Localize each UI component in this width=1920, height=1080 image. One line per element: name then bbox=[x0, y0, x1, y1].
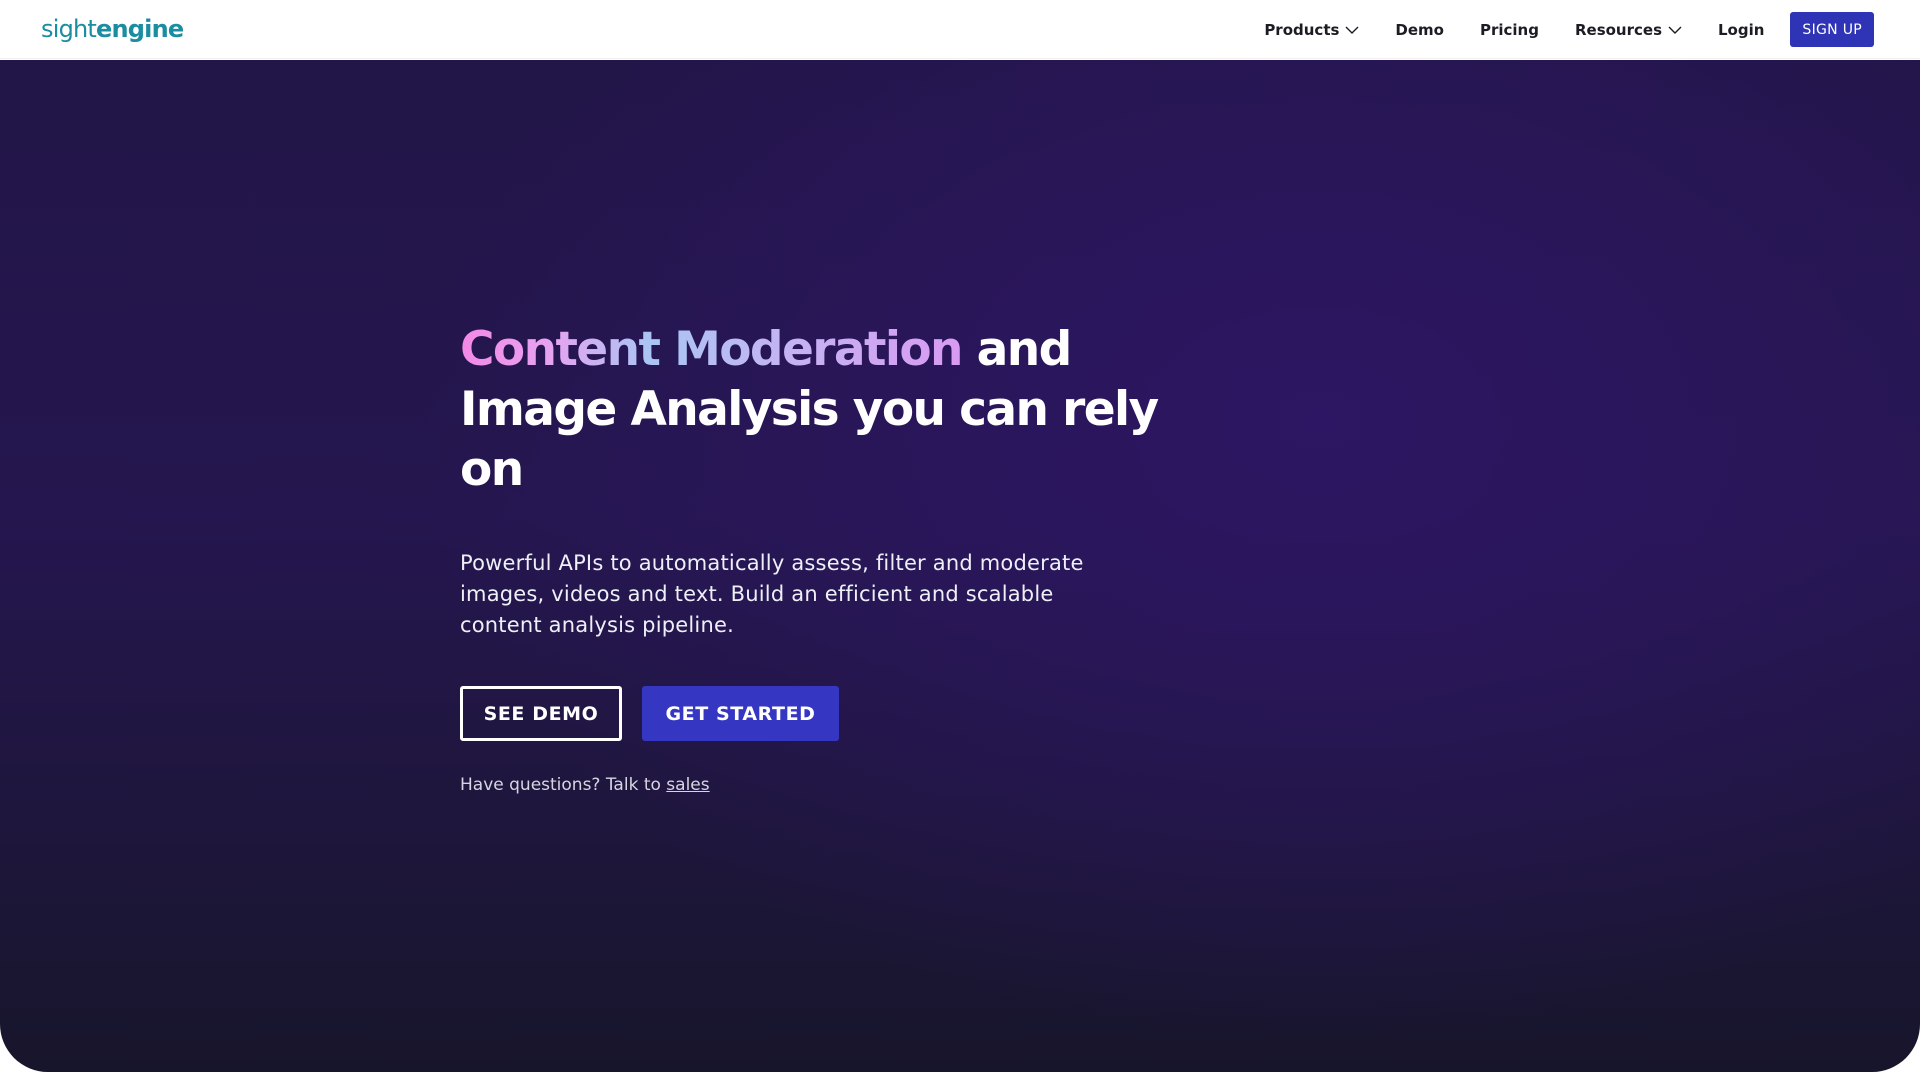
sales-link[interactable]: sales bbox=[666, 775, 709, 795]
hero-description: Powerful APIs to automatically assess, f… bbox=[460, 551, 1084, 637]
hero-headline: Content Moderation and Image Analysis yo… bbox=[460, 320, 1160, 500]
nav-login[interactable]: Login bbox=[1718, 21, 1764, 39]
get-started-button[interactable]: GET STARTED bbox=[642, 686, 839, 741]
sign-up-button[interactable]: SIGN UP bbox=[1790, 12, 1874, 47]
nav-pricing-label: Pricing bbox=[1479, 20, 1539, 39]
contact-sales-text: Have questions? Talk to sales bbox=[460, 775, 1160, 795]
hero-buttons: SEE DEMO GET STARTED bbox=[460, 686, 1160, 741]
hero-content: Content Moderation and Image Analysis yo… bbox=[460, 320, 1160, 795]
nav-demo-label: Demo bbox=[1395, 20, 1444, 39]
nav-resources-label: Resources bbox=[1574, 20, 1662, 39]
nav-login-label: Login bbox=[1718, 20, 1765, 39]
nav-demo[interactable]: Demo bbox=[1395, 21, 1444, 39]
nav-products[interactable]: Products bbox=[1264, 21, 1359, 39]
chevron-down-icon bbox=[1668, 26, 1682, 34]
hero-section: Content Moderation and Image Analysis yo… bbox=[0, 60, 1920, 1072]
main-nav: Products Demo Pricing Resources Login SI… bbox=[1264, 12, 1874, 47]
nav-products-label: Products bbox=[1264, 20, 1340, 39]
questions-prefix: Have questions? Talk to bbox=[460, 775, 667, 795]
nav-pricing[interactable]: Pricing bbox=[1480, 21, 1539, 39]
chevron-down-icon bbox=[1345, 26, 1359, 34]
sightengine-logo[interactable]: sight engine bbox=[41, 13, 184, 45]
logo-text-bold: engine bbox=[96, 15, 184, 43]
nav-resources[interactable]: Resources bbox=[1575, 21, 1682, 39]
see-demo-button[interactable]: SEE DEMO bbox=[460, 686, 622, 741]
top-navigation-bar: sight engine Products Demo Pricing Resour… bbox=[0, 0, 1920, 59]
headline-highlight: Content Moderation bbox=[460, 322, 963, 377]
logo-text-light: sight bbox=[41, 15, 97, 43]
